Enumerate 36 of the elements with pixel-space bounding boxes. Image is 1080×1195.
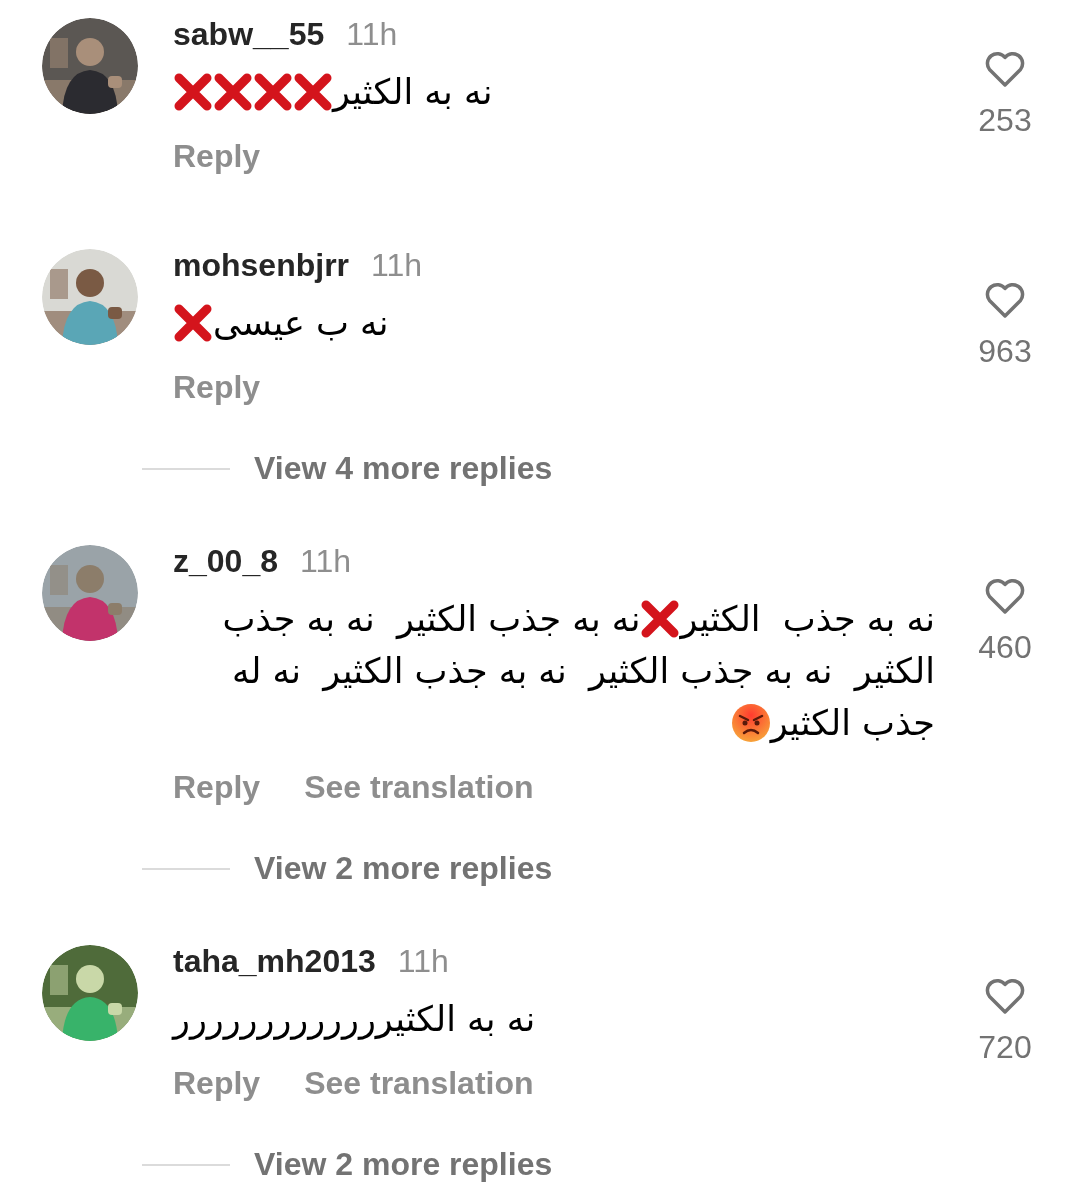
username[interactable]: sabw__55 bbox=[173, 16, 325, 52]
comment-text: نه به الکثیررررررررررررر bbox=[173, 998, 536, 1042]
username[interactable]: z_00_8 bbox=[173, 543, 278, 579]
username[interactable]: mohsenbjrr bbox=[173, 247, 350, 283]
reply-link[interactable]: Reply bbox=[173, 369, 261, 406]
view-replies-link[interactable]: View 4 more replies bbox=[254, 450, 553, 487]
heart-icon[interactable] bbox=[984, 281, 1026, 319]
translation-link[interactable]: See translation bbox=[304, 1065, 534, 1102]
timestamp: 11h bbox=[371, 247, 423, 283]
cross-mark-icon bbox=[173, 72, 213, 112]
cross-mark-icon bbox=[253, 72, 293, 112]
cross-mark-icon bbox=[173, 303, 213, 343]
like-count: 720 bbox=[978, 1029, 1032, 1066]
timestamp: 11h bbox=[397, 943, 449, 979]
cross-mark-icon bbox=[293, 72, 333, 112]
translation-link[interactable]: See translation bbox=[304, 769, 534, 806]
reply-link[interactable]: Reply bbox=[173, 1065, 261, 1102]
like-count: 963 bbox=[978, 333, 1032, 370]
view-replies-link[interactable]: View 2 more replies bbox=[254, 1146, 553, 1183]
cross-mark-icon bbox=[640, 599, 681, 639]
comment-text: نه به جذب الکثیر نه به جذب الکثیر نه به جذب الکثیر نه به جذب الکثیر نه به جذب الکثیر نه له جذب الکثیر bbox=[221, 598, 935, 745]
cross-mark-icon bbox=[213, 72, 253, 112]
view-replies-link[interactable]: View 2 more replies bbox=[254, 850, 553, 887]
like-count: 460 bbox=[978, 629, 1032, 666]
username[interactable]: taha_mh2013 bbox=[173, 943, 376, 979]
like-count: 253 bbox=[978, 102, 1032, 139]
reply-link[interactable]: Reply bbox=[173, 138, 261, 175]
angry-face-icon bbox=[730, 703, 771, 743]
heart-icon[interactable] bbox=[984, 977, 1026, 1015]
timestamp: 11h bbox=[346, 16, 398, 52]
comment-text: نه به الکثیر bbox=[173, 66, 493, 118]
heart-icon[interactable] bbox=[984, 577, 1026, 615]
timestamp: 11h bbox=[300, 543, 351, 579]
heart-icon[interactable] bbox=[984, 50, 1026, 88]
reply-link[interactable]: Reply bbox=[173, 769, 261, 806]
comment-text: نه ب عیسی bbox=[173, 297, 389, 349]
